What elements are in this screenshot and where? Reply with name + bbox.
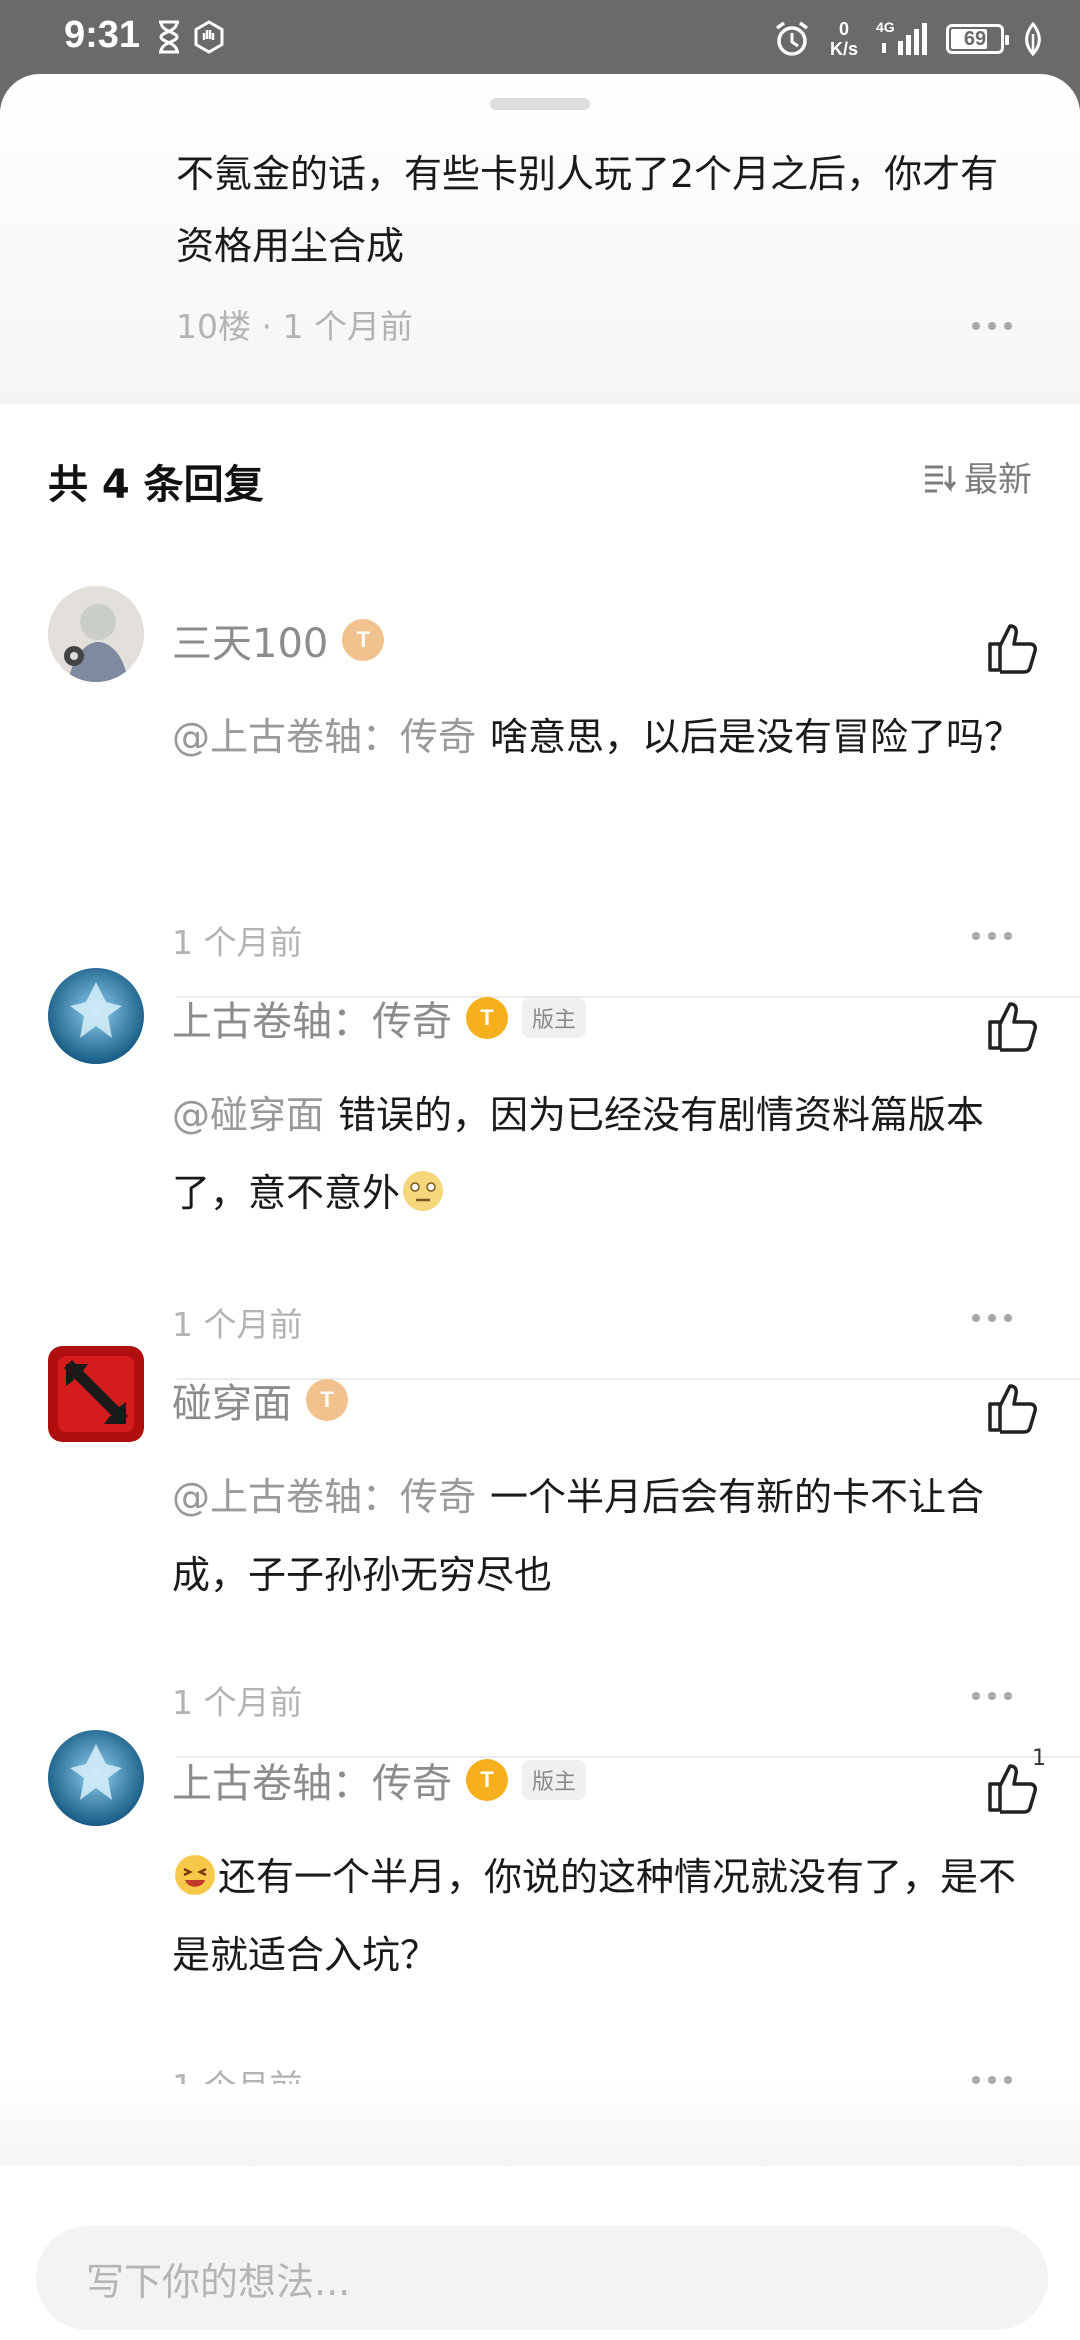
network-speed: 0 K/s xyxy=(829,19,858,59)
main-comment-text: 不氪金的话，有些卡别人玩了2个月之后，你才有资格用尘合成 xyxy=(176,152,999,268)
hourglass-icon xyxy=(159,20,179,54)
comment-input[interactable]: 写下你的想法... xyxy=(36,2226,1048,2330)
status-bar: 9:31 0 K/s 4G 69 xyxy=(0,0,1080,80)
reply-time: 1 个月前 xyxy=(172,923,303,962)
username[interactable]: 碰穿面 xyxy=(172,1371,292,1429)
reply-mention[interactable]: @碰穿面 xyxy=(172,1093,324,1137)
main-comment: 不氪金的话，有些卡别人玩了2个月之后，你才有资格用尘合成 10楼 · 1 个月前 xyxy=(0,74,1080,404)
replies-count: 共 4 条回复 xyxy=(48,462,264,508)
reply-text: 还有一个半月，你说的这种情况就没有了，是不是就适合入坑？ xyxy=(172,1838,1042,1994)
reply-time: 1 个月前 xyxy=(172,1683,303,1722)
reply-time: 1 个月前 xyxy=(172,1305,303,1344)
sort-icon xyxy=(925,465,956,492)
battery-indicator: 69 xyxy=(946,24,1009,54)
reply-user-row: 上古卷轴：传奇 T1 版主 xyxy=(172,1750,587,1810)
reply-text: @碰穿面 错误的，因为已经没有剧情资料篇版本了，意不意外 xyxy=(172,1093,985,1215)
alarm-icon xyxy=(775,21,809,56)
sort-button[interactable]: 最新 xyxy=(922,452,1032,501)
avatar[interactable] xyxy=(48,968,144,1064)
reply-mention[interactable]: @上古卷轴：传奇 xyxy=(172,1475,476,1519)
more-icon[interactable] xyxy=(972,1312,1012,1324)
username[interactable]: 上古卷轴：传奇 xyxy=(172,1751,452,1809)
reply-text: @上古卷轴：传奇 啥意思，以后是没有冒险了吗？ xyxy=(172,715,1023,759)
level-badge-icon: T1 xyxy=(466,997,512,1041)
level-badge-icon: T4 xyxy=(342,619,388,663)
reply-user-row: 三天100 T4 xyxy=(172,610,388,670)
avatar[interactable] xyxy=(48,1346,144,1442)
avatar[interactable] xyxy=(48,1730,144,1826)
like-count: 1 xyxy=(1032,1746,1046,1771)
more-icon[interactable] xyxy=(972,320,1012,332)
username[interactable]: 上古卷轴：传奇 xyxy=(172,989,452,1047)
drag-handle[interactable] xyxy=(490,98,590,110)
username[interactable]: 三天100 xyxy=(172,611,328,669)
moderator-badge: 版主 xyxy=(522,1760,587,1800)
more-icon[interactable] xyxy=(972,1690,1012,1702)
hand-icon xyxy=(194,20,224,54)
thinking-emoji-icon xyxy=(403,1171,444,1211)
moderator-badge: 版主 xyxy=(522,998,587,1038)
like-icon[interactable] xyxy=(984,620,1040,676)
more-icon[interactable] xyxy=(972,930,1012,942)
level-badge-icon: T4 xyxy=(306,1379,352,1423)
leaf-icon xyxy=(1025,22,1041,56)
replies-sheet: 不氪金的话，有些卡别人玩了2个月之后，你才有资格用尘合成 10楼 · 1 个月前… xyxy=(0,74,1080,2340)
reply-mention[interactable]: @上古卷轴：传奇 xyxy=(172,715,476,759)
signal-indicator: 4G xyxy=(876,19,928,59)
reply-text: @上古卷轴：传奇 一个半月后会有新的卡不让合成，子子孙孙无穷尽也 xyxy=(172,1475,985,1597)
like-icon[interactable] xyxy=(984,1380,1040,1436)
signal-icon xyxy=(882,23,927,55)
reply-user-row: 碰穿面 T4 xyxy=(172,1370,352,1430)
comment-input-bar: 写下你的想法... xyxy=(0,2166,1080,2340)
laughing-emoji-icon xyxy=(175,1855,215,1895)
like-icon[interactable] xyxy=(984,998,1040,1054)
main-comment-meta: 10楼 · 1 个月前 xyxy=(176,307,413,346)
reply-user-row: 上古卷轴：传奇 T1 版主 xyxy=(172,988,587,1048)
avatar[interactable] xyxy=(48,586,144,682)
level-badge-icon: T1 xyxy=(466,1759,512,1803)
status-time: 9:31 xyxy=(64,14,141,56)
